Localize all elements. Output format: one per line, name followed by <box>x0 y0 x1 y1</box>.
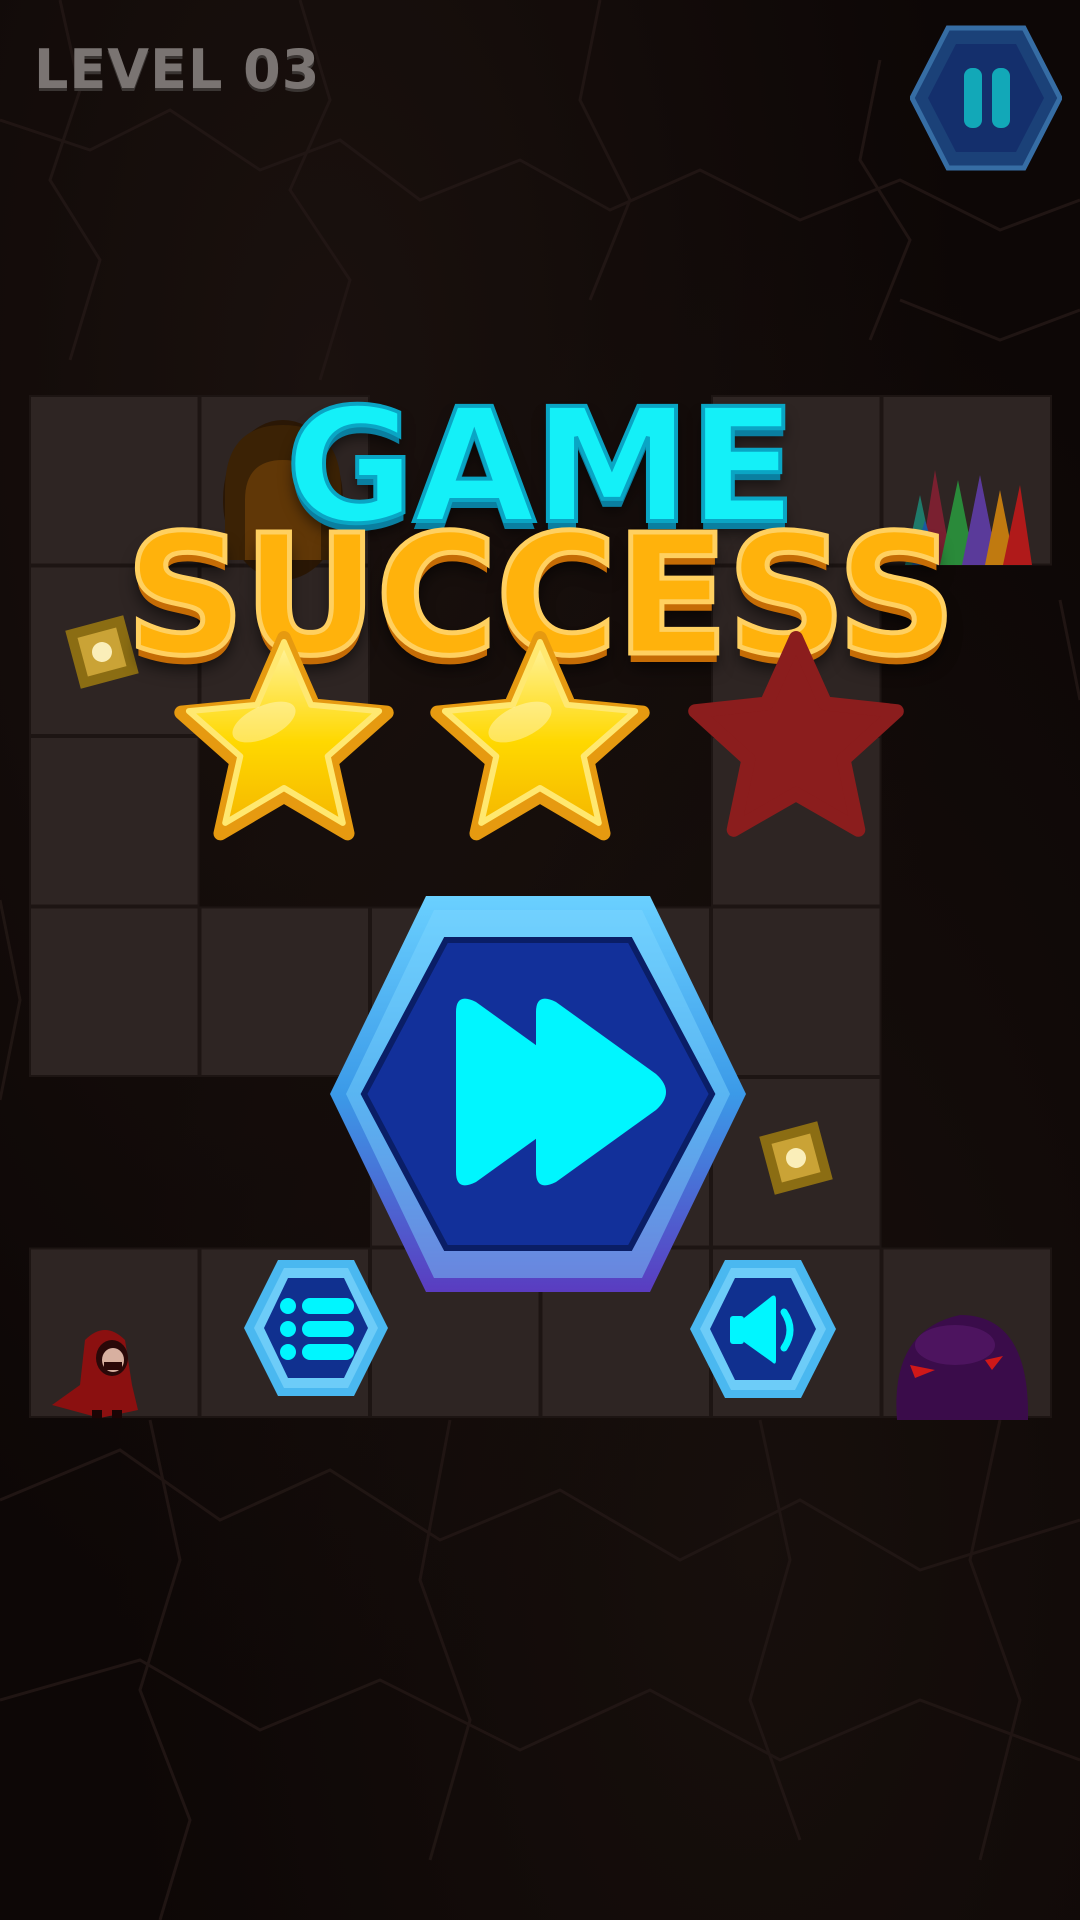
star-filled-2 <box>428 630 652 844</box>
game-screen: LEVEL 03 GAME SUCCESS <box>0 0 1080 1920</box>
level-menu-button[interactable] <box>242 1256 390 1400</box>
pause-button[interactable] <box>909 24 1063 172</box>
next-level-button[interactable] <box>326 892 750 1296</box>
floor-tile <box>29 906 200 1077</box>
level-label: LEVEL 03 <box>34 38 321 101</box>
star-filled-1 <box>172 630 396 844</box>
list-menu-icon <box>280 1298 354 1360</box>
sound-toggle-button[interactable] <box>688 1256 838 1402</box>
star-empty-3 <box>684 630 908 844</box>
